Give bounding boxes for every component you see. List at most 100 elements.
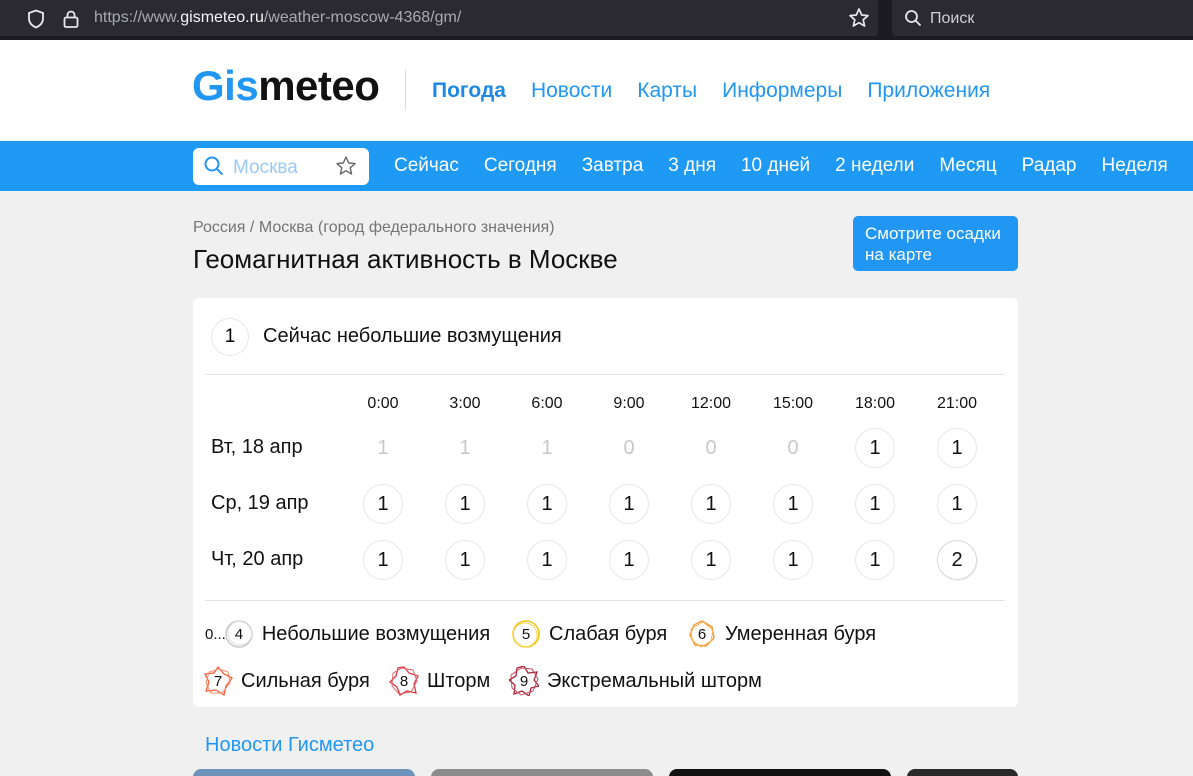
day-label: Чт, 20 апр	[211, 548, 304, 570]
shield-icon[interactable]	[26, 9, 46, 29]
news-thumbnail[interactable]	[907, 769, 1018, 776]
city-search-placeholder: Москва	[233, 157, 298, 178]
time-header: 12:00	[690, 395, 732, 412]
legend-item-extreme-storm: 9 Экстремальный шторм	[509, 666, 762, 696]
day-label: Ср, 19 апр	[211, 492, 309, 514]
time-header: 18:00	[854, 395, 896, 412]
legend-label: Экстремальный шторм	[547, 669, 762, 692]
news-thumbnail[interactable]	[669, 769, 891, 776]
browser-toolbar: https://www.gismeteo.ru/weather-moscow-4…	[0, 0, 1193, 40]
kp-value: 1	[691, 484, 731, 524]
kp-value: 0	[623, 436, 635, 459]
subnav-radar[interactable]: Радар	[1022, 155, 1077, 177]
breadcrumb-separator: /	[249, 219, 255, 236]
breadcrumb: Россия / Москва (город федерального знач…	[193, 219, 555, 237]
level-7-icon: 7	[203, 666, 233, 696]
time-header: 9:00	[613, 395, 645, 412]
nav-informers[interactable]: Информеры	[722, 79, 842, 103]
breadcrumb-russia[interactable]: Россия	[193, 219, 245, 236]
kp-value: 1	[445, 484, 485, 524]
search-icon	[905, 10, 922, 27]
legend-item-moderate-storm: 6 Умеренная буря	[687, 619, 876, 649]
kp-value: 1	[541, 436, 553, 459]
time-header: 3:00	[449, 395, 481, 412]
nav-apps[interactable]: Приложения	[867, 79, 990, 103]
browser-search-placeholder: Поиск	[930, 10, 975, 27]
news-thumbnail[interactable]	[431, 769, 653, 776]
legend-item-minor: 0... 4 Небольшие возмущения	[205, 619, 490, 649]
subnav-items: Сейчас Сегодня Завтра 3 дня 10 дней 2 не…	[394, 155, 1193, 177]
legend-label: Шторм	[427, 669, 491, 692]
kp-value: 0	[705, 436, 717, 459]
kp-value: 0	[787, 436, 799, 459]
kp-value: 1	[377, 436, 389, 459]
legend-label: Сильная буря	[241, 669, 370, 692]
current-status-text: Сейчас небольшие возмущения	[263, 325, 562, 347]
kp-value: 1	[459, 436, 471, 459]
geomagnetic-card: 1 Сейчас небольшие возмущения 0... 4 Неб…	[193, 298, 1018, 707]
kp-value: 1	[691, 540, 731, 580]
level-8-icon: 8	[389, 666, 419, 696]
time-header: 6:00	[531, 395, 563, 412]
legend-label: Небольшие возмущения	[261, 622, 491, 645]
page-title: Геомагнитная активность в Москве	[193, 244, 618, 274]
kp-value: 1	[363, 484, 403, 524]
news-thumbnail[interactable]	[193, 769, 415, 776]
level-4-icon: 4	[224, 619, 254, 649]
subnav-2-weeks[interactable]: 2 недели	[835, 155, 914, 177]
kp-value: 1	[773, 484, 813, 524]
kp-value: 1	[609, 484, 649, 524]
divider	[205, 374, 1005, 375]
subnav-10-days[interactable]: 10 дней	[741, 155, 810, 177]
favorite-star-icon[interactable]	[335, 155, 357, 177]
breadcrumb-moscow[interactable]: Москва (город федерального значения)	[259, 219, 555, 236]
lock-icon[interactable]	[62, 9, 80, 29]
subnav-3-days[interactable]: 3 дня	[668, 155, 716, 177]
kp-value: 1	[937, 428, 977, 468]
divider	[205, 600, 1005, 601]
legend-item-strong-storm: 7 Сильная буря	[203, 666, 370, 696]
nav-maps[interactable]: Карты	[637, 79, 697, 103]
legend-item-weak-storm: 5 Слабая буря	[511, 619, 667, 649]
subnav-week[interactable]: Неделя	[1102, 155, 1168, 177]
kp-value: 1	[527, 540, 567, 580]
url-text[interactable]: https://www.gismeteo.ru/weather-moscow-4…	[94, 9, 461, 27]
level-6-icon: 6	[687, 619, 717, 649]
subnav-month[interactable]: Месяц	[939, 155, 996, 177]
legend-item-storm: 8 Шторм	[389, 666, 490, 696]
search-icon	[204, 156, 224, 176]
day-label: Вт, 18 апр	[211, 436, 303, 458]
kp-value: 1	[363, 540, 403, 580]
kp-value: 1	[855, 540, 895, 580]
level-5-icon: 5	[511, 619, 541, 649]
legend-prefix: 0...	[205, 625, 226, 643]
kp-value: 1	[773, 540, 813, 580]
gismeteo-logo[interactable]: Gismeteo	[192, 62, 380, 110]
nav-weather[interactable]: Погода	[432, 79, 506, 103]
time-header: 21:00	[936, 395, 978, 412]
kp-value: 1	[855, 484, 895, 524]
main-nav: Погода Новости Карты Информеры Приложени…	[432, 79, 1015, 103]
precipitation-map-button[interactable]: Смотрите осадки на карте	[853, 216, 1018, 271]
address-bar[interactable]: https://www.gismeteo.ru/weather-moscow-4…	[0, 0, 878, 36]
kp-value: 1	[609, 540, 649, 580]
subnav-tomorrow[interactable]: Завтра	[582, 155, 644, 177]
kp-value: 1	[527, 484, 567, 524]
news-section-title[interactable]: Новости Гисметео	[205, 734, 374, 757]
kp-value: 1	[937, 484, 977, 524]
browser-search-box[interactable]: Поиск	[892, 0, 1193, 36]
time-header: 0:00	[367, 395, 399, 412]
header-divider	[405, 70, 406, 110]
kp-value: 2	[937, 540, 977, 580]
bookmark-star-icon[interactable]	[848, 7, 870, 29]
forecast-subnav: Москва Сейчас Сегодня Завтра 3 дня 10 дн…	[0, 141, 1193, 191]
subnav-today[interactable]: Сегодня	[484, 155, 557, 177]
legend-label: Слабая буря	[549, 622, 668, 645]
level-9-icon: 9	[509, 666, 539, 696]
current-level-badge: 1	[211, 318, 249, 356]
site-header: Gismeteo Погода Новости Карты Информеры …	[0, 40, 1193, 141]
subnav-now[interactable]: Сейчас	[394, 155, 459, 177]
legend-label: Умеренная буря	[725, 622, 877, 645]
nav-news[interactable]: Новости	[531, 79, 612, 103]
city-search-input[interactable]: Москва	[193, 148, 369, 185]
